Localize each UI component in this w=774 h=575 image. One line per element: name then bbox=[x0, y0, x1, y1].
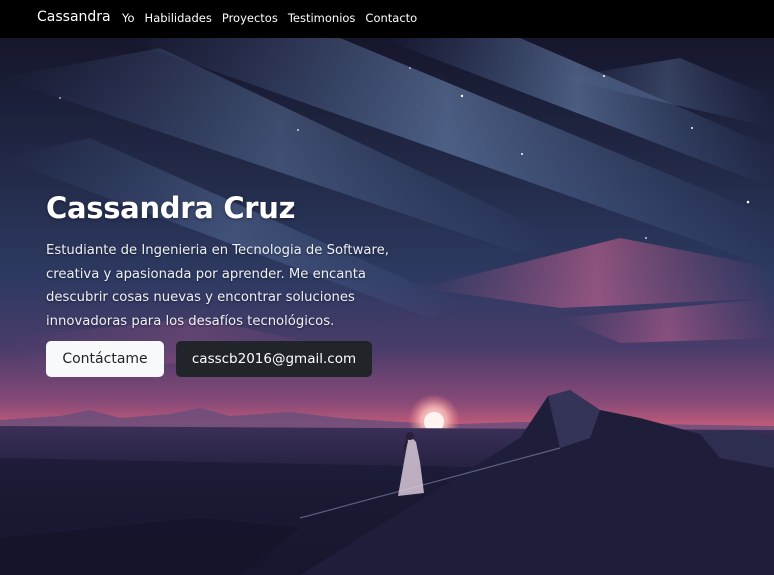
nav-link-contacto[interactable]: Contacto bbox=[365, 11, 417, 25]
hero-title: Cassandra Cruz bbox=[46, 191, 296, 225]
navbar: Cassandra Yo Habilidades Proyectos Testi… bbox=[0, 0, 774, 38]
nav-link-habilidades[interactable]: Habilidades bbox=[145, 11, 212, 25]
email-button[interactable]: casscb2016@gmail.com bbox=[176, 341, 372, 377]
nav-link-proyectos[interactable]: Proyectos bbox=[222, 11, 278, 25]
nav-link-testimonios[interactable]: Testimonios bbox=[288, 11, 356, 25]
contact-button[interactable]: Contáctame bbox=[46, 341, 164, 377]
hero-section: Cassandra Cruz Estudiante de Ingenieria … bbox=[0, 38, 774, 575]
navbar-brand[interactable]: Cassandra bbox=[37, 9, 111, 25]
page: Cassandra Yo Habilidades Proyectos Testi… bbox=[0, 0, 774, 575]
hero-description: Estudiante de Ingenieria en Tecnologia d… bbox=[46, 243, 389, 329]
nav-links: Yo Habilidades Proyectos Testimonios Con… bbox=[122, 11, 427, 25]
nav-link-yo[interactable]: Yo bbox=[122, 11, 135, 25]
